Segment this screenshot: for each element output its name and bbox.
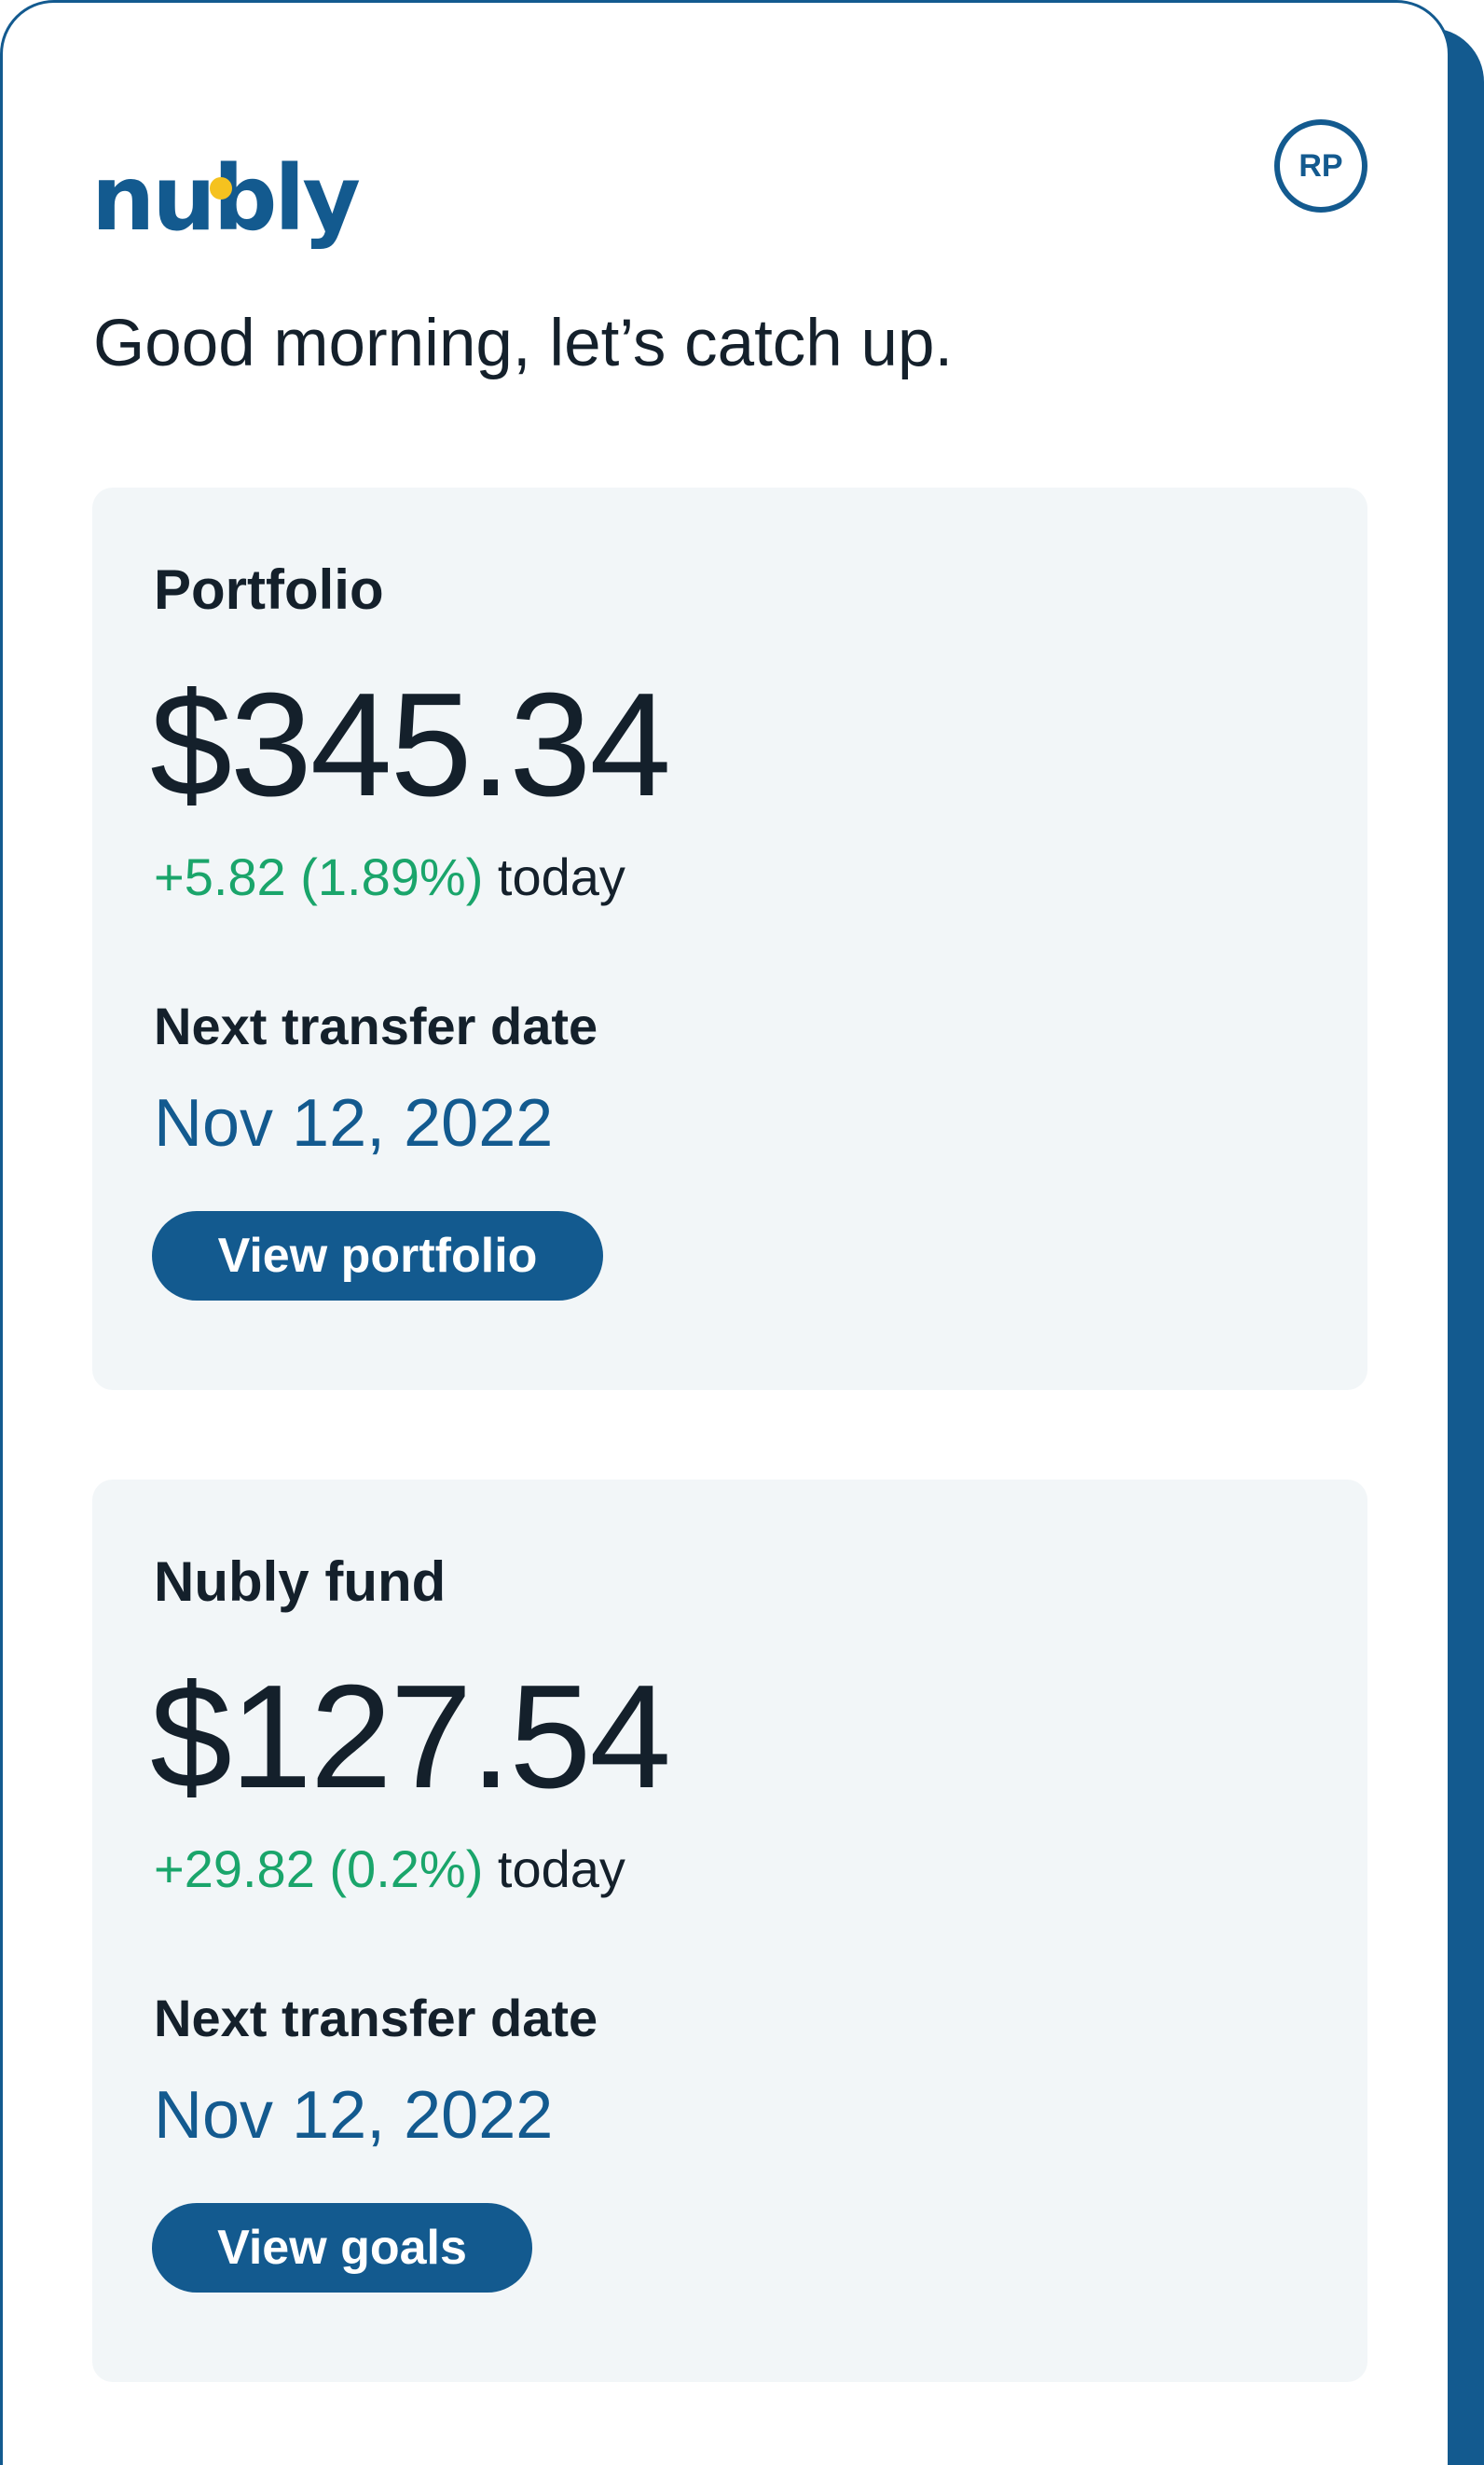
daily-change: +5.82 (1.89%) today bbox=[154, 840, 625, 915]
next-transfer-label: Next transfer date bbox=[154, 997, 598, 1055]
portfolio-balance: $345.34 bbox=[150, 663, 671, 827]
app-screen: nubly RP Good morning, let’s catch up. P… bbox=[0, 0, 1450, 2465]
card-title: Portfolio bbox=[154, 558, 384, 621]
logo-dot-icon bbox=[210, 177, 232, 200]
view-goals-button[interactable]: View goals bbox=[152, 2203, 532, 2293]
avatar-initials: RP bbox=[1298, 147, 1343, 184]
nubly-logo: nubly bbox=[91, 141, 361, 243]
fund-balance: $127.54 bbox=[150, 1655, 671, 1819]
daily-change: +29.82 (0.2%) today bbox=[154, 1832, 625, 1907]
change-period: today bbox=[497, 847, 625, 906]
card-title: Nubly fund bbox=[154, 1550, 447, 1613]
next-transfer-date: Nov 12, 2022 bbox=[154, 2078, 554, 2153]
next-transfer-date: Nov 12, 2022 bbox=[154, 1086, 554, 1161]
greeting-heading: Good morning, let’s catch up. bbox=[93, 307, 954, 380]
change-period: today bbox=[497, 1839, 625, 1898]
change-value: +29.82 (0.2%) bbox=[154, 1839, 484, 1898]
next-transfer-label: Next transfer date bbox=[154, 1989, 598, 2047]
portfolio-card: Portfolio $345.34 +5.82 (1.89%) today Ne… bbox=[92, 488, 1367, 1390]
nubly-fund-card: Nubly fund $127.54 +29.82 (0.2%) today N… bbox=[92, 1480, 1367, 2382]
change-value: +5.82 (1.89%) bbox=[154, 847, 484, 906]
user-avatar[interactable]: RP bbox=[1274, 119, 1367, 213]
view-portfolio-button[interactable]: View portfolio bbox=[152, 1211, 603, 1301]
